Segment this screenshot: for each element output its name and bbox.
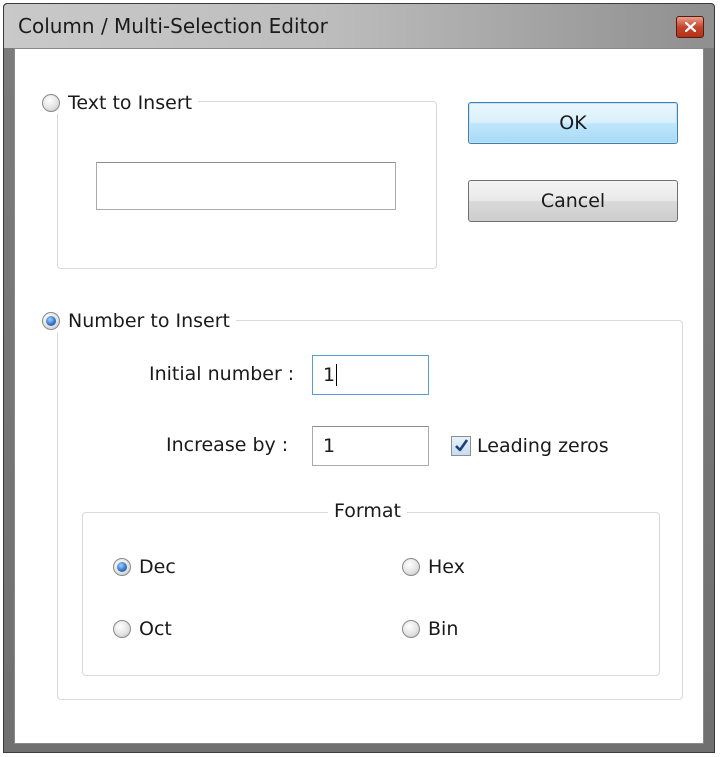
ok-button-label: OK [559, 112, 587, 134]
format-hex-radio[interactable] [402, 558, 420, 576]
cancel-button-label: Cancel [540, 190, 606, 212]
text-to-insert-radio[interactable]: Text to Insert [42, 92, 199, 114]
cancel-button[interactable]: Cancel [468, 180, 678, 222]
ok-button[interactable]: OK [468, 102, 678, 144]
format-bin-radio[interactable] [402, 620, 420, 638]
format-dec-label: Dec [139, 556, 176, 578]
number-to-insert-radio-indicator[interactable] [42, 312, 60, 330]
format-bin-label: Bin [428, 618, 459, 640]
initial-number-value: 1 [323, 364, 336, 386]
format-option-dec[interactable]: Dec [113, 556, 182, 578]
format-option-hex[interactable]: Hex [402, 556, 471, 578]
title-bar[interactable]: Column / Multi-Selection Editor [4, 4, 714, 48]
leading-zeros-label: Leading zeros [477, 435, 609, 457]
text-caret [336, 364, 338, 386]
format-dec-radio[interactable] [113, 558, 131, 576]
increase-by-value: 1 [323, 435, 336, 457]
leading-zeros-checkbox[interactable]: Leading zeros [451, 435, 609, 457]
checkmark-icon [455, 439, 469, 452]
format-option-bin[interactable]: Bin [402, 618, 465, 640]
format-oct-radio[interactable] [113, 620, 131, 638]
text-to-insert-input[interactable] [96, 162, 396, 210]
number-to-insert-label: Number to Insert [68, 310, 230, 332]
format-hex-label: Hex [428, 556, 465, 578]
increase-by-input[interactable]: 1 [312, 426, 429, 466]
initial-number-input[interactable]: 1 [312, 355, 429, 395]
format-oct-label: Oct [139, 618, 172, 640]
text-to-insert-label: Text to Insert [68, 92, 193, 114]
dialog-window: Column / Multi-Selection Editor Text to … [3, 3, 715, 753]
close-icon [685, 22, 696, 32]
number-to-insert-radio[interactable]: Number to Insert [42, 310, 236, 332]
format-option-oct[interactable]: Oct [113, 618, 178, 640]
text-to-insert-radio-indicator[interactable] [42, 94, 60, 112]
leading-zeros-checkbox-box[interactable] [451, 436, 471, 456]
format-label: Format [328, 500, 407, 522]
close-button[interactable] [676, 16, 704, 38]
dialog-client-area: Text to Insert OK Cancel Number to Inser… [14, 48, 704, 744]
format-group [82, 512, 660, 676]
increase-by-label: Increase by : [166, 434, 289, 456]
window-title: Column / Multi-Selection Editor [18, 14, 328, 38]
initial-number-label: Initial number : [149, 363, 295, 385]
